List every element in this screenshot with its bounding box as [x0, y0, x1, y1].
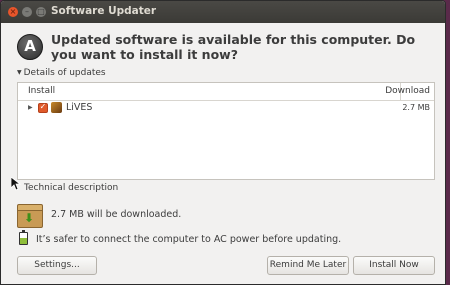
battery-icon: [19, 230, 28, 245]
row-expander-icon[interactable]: ▶: [28, 104, 33, 111]
install-now-button[interactable]: Install Now: [353, 256, 435, 275]
remind-me-later-button[interactable]: Remind Me Later: [267, 256, 349, 275]
minimize-icon: –: [25, 7, 29, 16]
checkmark-icon: ✓: [39, 102, 47, 111]
box-lid: [17, 204, 43, 211]
close-window-button[interactable]: ×: [8, 7, 18, 17]
updates-table: Install Download ▶ ✓ LiVES 2.7 MB: [17, 82, 435, 180]
minimize-window-button[interactable]: –: [22, 7, 32, 17]
software-updater-icon: A: [17, 34, 43, 60]
column-download[interactable]: Download: [385, 86, 430, 96]
window-title: Software Updater: [51, 5, 157, 17]
download-arrow-icon: ⬇: [24, 211, 35, 225]
install-checkbox[interactable]: ✓: [38, 102, 48, 113]
expander-down-icon: ▼: [17, 69, 22, 76]
power-warning: It’s safer to connect the computer to AC…: [36, 234, 342, 245]
download-package-icon: ⬇: [17, 204, 43, 228]
settings-button[interactable]: Settings...: [17, 256, 97, 275]
column-install[interactable]: Install: [28, 86, 55, 96]
title-bar: × – □ Software Updater: [1, 1, 445, 23]
maximize-window-button[interactable]: □: [36, 7, 46, 17]
app-icon-glyph: A: [24, 37, 36, 55]
details-of-updates-expander[interactable]: ▼ Details of updates: [17, 68, 106, 78]
lives-app-icon: [51, 102, 62, 113]
mouse-pointer-icon: [11, 177, 21, 191]
package-size: 2.7 MB: [402, 103, 430, 112]
table-row[interactable]: ▶ ✓ LiVES 2.7 MB: [18, 101, 434, 115]
table-header: Install Download: [18, 83, 434, 101]
download-size-info: 2.7 MB will be downloaded.: [51, 209, 182, 220]
battery-cell: [19, 232, 28, 245]
details-toggle-label: Details of updates: [23, 68, 106, 78]
close-icon: ×: [9, 7, 17, 16]
software-updater-window: × – □ Software Updater A Updated softwar…: [0, 0, 446, 285]
headline: Updated software is available for this c…: [51, 32, 416, 62]
maximize-icon: □: [37, 7, 45, 16]
technical-description-expander[interactable]: Technical description: [24, 183, 118, 193]
package-name: LiVES: [66, 102, 93, 113]
